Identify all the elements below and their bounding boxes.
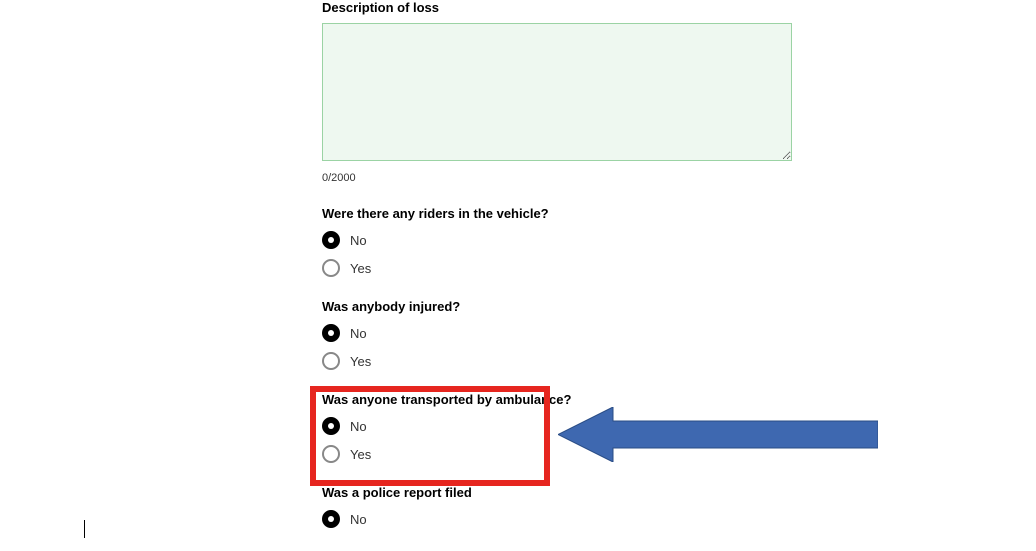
radio-selected-icon: [322, 510, 340, 528]
claim-form: Description of loss 0/2000 Were there an…: [322, 0, 792, 528]
question-injured-label: Was anybody injured?: [322, 299, 792, 314]
radio-label: No: [350, 512, 367, 527]
radio-police-no[interactable]: No: [322, 510, 792, 528]
question-riders: Were there any riders in the vehicle? No…: [322, 206, 792, 277]
question-police-label: Was a police report filed: [322, 485, 792, 500]
description-textarea[interactable]: [322, 23, 792, 161]
question-riders-label: Were there any riders in the vehicle?: [322, 206, 792, 221]
radio-injured-no[interactable]: No: [322, 324, 792, 342]
radio-riders-yes[interactable]: Yes: [322, 259, 792, 277]
description-label: Description of loss: [322, 0, 792, 15]
radio-ambulance-no[interactable]: No: [322, 417, 792, 435]
radio-riders-no[interactable]: No: [322, 231, 792, 249]
radio-selected-icon: [322, 231, 340, 249]
description-char-count: 0/2000: [322, 172, 792, 184]
radio-label: No: [350, 419, 367, 434]
radio-label: Yes: [350, 261, 371, 276]
radio-unselected-icon: [322, 445, 340, 463]
question-injured: Was anybody injured? No Yes: [322, 299, 792, 370]
radio-unselected-icon: [322, 352, 340, 370]
radio-ambulance-yes[interactable]: Yes: [322, 445, 792, 463]
radio-label: No: [350, 233, 367, 248]
question-police: Was a police report filed No: [322, 485, 792, 528]
radio-label: Yes: [350, 447, 371, 462]
text-cursor-icon: [84, 520, 85, 538]
description-field-block: Description of loss 0/2000: [322, 0, 792, 184]
question-ambulance-label: Was anyone transported by ambulance?: [322, 392, 792, 407]
radio-injured-yes[interactable]: Yes: [322, 352, 792, 370]
radio-selected-icon: [322, 417, 340, 435]
radio-label: No: [350, 326, 367, 341]
radio-selected-icon: [322, 324, 340, 342]
radio-label: Yes: [350, 354, 371, 369]
question-ambulance: Was anyone transported by ambulance? No …: [322, 392, 792, 463]
radio-unselected-icon: [322, 259, 340, 277]
